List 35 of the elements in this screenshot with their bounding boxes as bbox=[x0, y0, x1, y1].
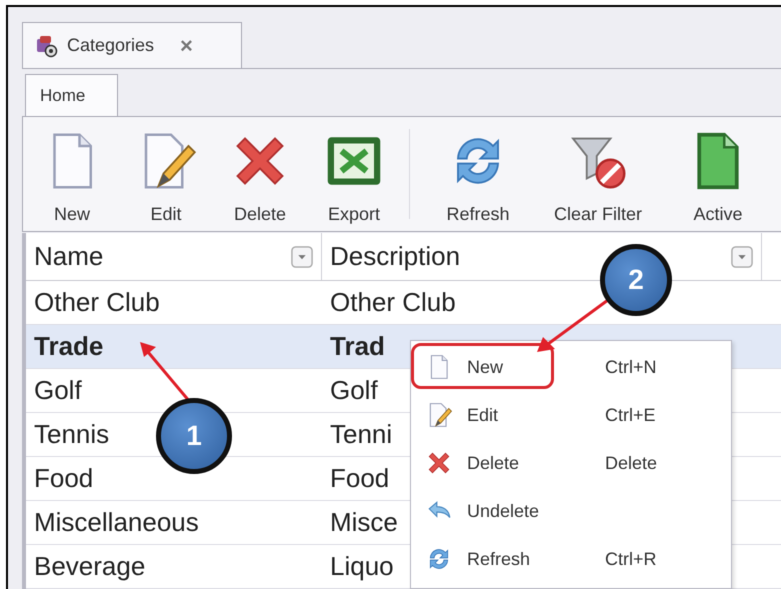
document-tab[interactable]: Categories × bbox=[22, 22, 242, 68]
table-cell: Trade bbox=[34, 331, 104, 362]
edit-button[interactable]: Edit bbox=[123, 117, 209, 231]
table-cell: Beverage bbox=[34, 551, 146, 582]
categories-icon bbox=[35, 34, 59, 58]
table-cell: Tenni bbox=[330, 419, 392, 450]
shortcut-text: Ctrl+R bbox=[605, 548, 658, 570]
refresh-button[interactable]: Refresh bbox=[422, 117, 534, 231]
table-cell: Food bbox=[330, 463, 390, 494]
table-cell: Tennis bbox=[34, 419, 110, 450]
table-cell: Other Club bbox=[34, 287, 160, 318]
table-cell: Misce bbox=[330, 507, 398, 538]
new-button[interactable]: New bbox=[29, 117, 115, 231]
filter-dropdown-icon bbox=[731, 246, 753, 268]
tab-title: Categories bbox=[67, 35, 154, 56]
cross-icon bbox=[426, 450, 452, 476]
table-cell: Golf bbox=[34, 375, 82, 406]
arrow bbox=[537, 298, 609, 352]
clear-filter-button[interactable]: Clear Filter bbox=[542, 117, 654, 231]
table-cell: Food bbox=[34, 463, 94, 494]
close-icon[interactable]: × bbox=[180, 32, 193, 58]
ribbon-tab[interactable]: Home bbox=[25, 74, 118, 116]
table-cell: Trad bbox=[330, 331, 385, 362]
filter-dropdown-icon bbox=[291, 246, 313, 268]
delete-button[interactable]: Delete bbox=[217, 117, 303, 231]
column-header[interactable]: Name bbox=[34, 241, 104, 272]
export-button[interactable]: Export bbox=[311, 117, 397, 231]
table-cell: Miscellaneous bbox=[34, 507, 199, 538]
table-cell: Golf bbox=[330, 375, 378, 406]
menu-label: Refresh bbox=[467, 548, 532, 570]
table-cell: Liquo bbox=[330, 551, 394, 582]
menu-label: Undelete bbox=[467, 500, 540, 522]
active-button[interactable]: Active bbox=[662, 117, 774, 231]
table-cell: Other Club bbox=[330, 287, 456, 318]
column-header[interactable]: Description bbox=[330, 241, 460, 272]
